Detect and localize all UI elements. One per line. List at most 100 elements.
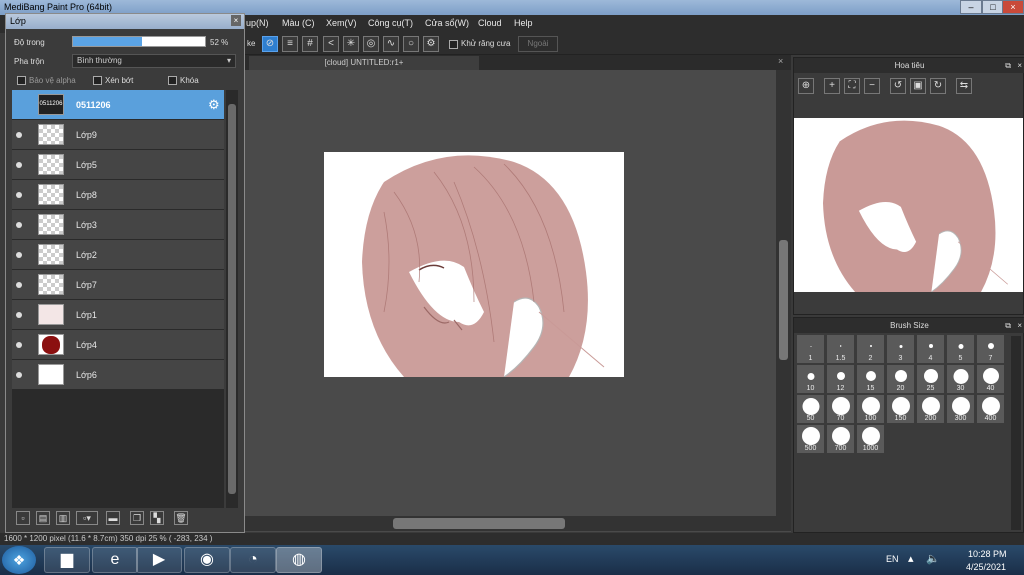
- close-button[interactable]: ×: [1002, 0, 1024, 14]
- brush-size-scrollbar[interactable]: [1011, 336, 1021, 530]
- new-8bit-layer-icon[interactable]: ▥: [56, 511, 70, 525]
- explorer-icon[interactable]: ▆: [44, 547, 90, 573]
- zoom-fit-icon[interactable]: ⊕: [798, 78, 814, 94]
- brush-size-cell[interactable]: 40: [976, 364, 1005, 394]
- canvas-horizontal-scrollbar[interactable]: [245, 516, 791, 531]
- layer-row[interactable]: Lớp3: [12, 210, 224, 240]
- brush-size-cell[interactable]: 150: [886, 394, 915, 424]
- rotate-right-icon[interactable]: ↻: [930, 78, 946, 94]
- grid-snap-icon[interactable]: #: [302, 36, 318, 52]
- menu-window[interactable]: Cửa sổ(W): [425, 18, 469, 28]
- close-icon[interactable]: ×: [1017, 318, 1022, 333]
- merge-layer-icon[interactable]: ▚: [150, 511, 164, 525]
- layer-row[interactable]: 0511206 0511206 ⚙: [12, 90, 224, 120]
- flip-icon[interactable]: ⇆: [956, 78, 972, 94]
- visibility-icon[interactable]: [16, 252, 22, 258]
- lock-checkbox[interactable]: [168, 76, 177, 85]
- layer-row[interactable]: Lớp1: [12, 300, 224, 330]
- new-halftone-layer-icon[interactable]: ▤: [36, 511, 50, 525]
- visibility-icon[interactable]: [16, 222, 22, 228]
- brush-size-cell[interactable]: 500: [796, 424, 825, 454]
- clipping-checkbox[interactable]: [93, 76, 102, 85]
- radial-snap-icon[interactable]: ✳: [343, 36, 359, 52]
- snap-off-icon[interactable]: ⊘: [262, 36, 278, 52]
- protect-alpha-checkbox[interactable]: [17, 76, 26, 85]
- brush-size-cell[interactable]: 400: [976, 394, 1005, 424]
- outline-button[interactable]: Ngoài: [518, 36, 558, 52]
- layer-row[interactable]: Lớp7: [12, 270, 224, 300]
- brush-size-cell[interactable]: 2: [856, 334, 885, 364]
- antialias-checkbox[interactable]: [449, 40, 458, 49]
- curve-snap-icon[interactable]: ∿: [383, 36, 399, 52]
- scroll-thumb[interactable]: [779, 240, 788, 360]
- tray-arrow-icon[interactable]: ▴: [908, 552, 914, 565]
- delete-layer-icon[interactable]: 🗑: [174, 511, 188, 525]
- menu-help[interactable]: Help: [514, 18, 533, 28]
- layer-row[interactable]: Lớp6: [12, 360, 224, 390]
- new-layer-icon[interactable]: ▫: [16, 511, 30, 525]
- brush-size-cell[interactable]: 700: [826, 424, 855, 454]
- clock-time[interactable]: 10:28 PM: [968, 549, 1007, 559]
- brush-size-cell[interactable]: 7: [976, 334, 1005, 364]
- menu-color[interactable]: Màu (C): [282, 18, 315, 28]
- popout-icon[interactable]: ⧉: [1005, 318, 1011, 333]
- zoom-in-icon[interactable]: +: [824, 78, 840, 94]
- layer-row[interactable]: Lớp4: [12, 330, 224, 360]
- brush-size-cell[interactable]: 4: [916, 334, 945, 364]
- start-button[interactable]: ❖: [2, 546, 36, 574]
- menu-view[interactable]: Xem(V): [326, 18, 357, 28]
- fit-window-icon[interactable]: ⛶: [844, 78, 860, 94]
- scroll-thumb[interactable]: [228, 104, 236, 494]
- visibility-icon[interactable]: [16, 372, 22, 378]
- brush-size-cell[interactable]: 20: [886, 364, 915, 394]
- chrome-icon[interactable]: ◉: [184, 547, 230, 573]
- actual-size-icon[interactable]: ▣: [910, 78, 926, 94]
- close-icon[interactable]: ×: [1017, 58, 1022, 73]
- navigator-preview[interactable]: [794, 118, 1023, 292]
- volume-icon[interactable]: 🔈: [926, 552, 940, 565]
- canvas-vertical-scrollbar[interactable]: [776, 70, 791, 516]
- parallel-snap-icon[interactable]: ≡: [282, 36, 298, 52]
- visibility-icon[interactable]: [16, 192, 22, 198]
- brush-size-cell[interactable]: 1.5: [826, 334, 855, 364]
- ellipse-snap-icon[interactable]: ○: [403, 36, 419, 52]
- visibility-icon[interactable]: [16, 342, 22, 348]
- duplicate-layer-icon[interactable]: ❐: [130, 511, 144, 525]
- brush-size-cell[interactable]: 12: [826, 364, 855, 394]
- concentric-snap-icon[interactable]: ◎: [363, 36, 379, 52]
- blend-mode-dropdown[interactable]: Bình thường ▾: [72, 54, 236, 68]
- brush-size-cell[interactable]: 1: [796, 334, 825, 364]
- internet-explorer-icon[interactable]: e: [92, 547, 138, 573]
- brush-size-cell[interactable]: 25: [916, 364, 945, 394]
- brush-size-cell[interactable]: 200: [916, 394, 945, 424]
- zoom-out-icon[interactable]: −: [864, 78, 880, 94]
- brush-size-cell[interactable]: 3: [886, 334, 915, 364]
- add-layer-menu-icon[interactable]: ▫▾: [76, 511, 98, 525]
- layer-row[interactable]: Lớp5: [12, 150, 224, 180]
- document-tab[interactable]: [cloud] UNTITLED:r1+: [249, 56, 479, 70]
- popout-icon[interactable]: ⧉: [1005, 58, 1011, 73]
- brush-size-cell[interactable]: 1000: [856, 424, 885, 454]
- layer-row[interactable]: Lớp9: [12, 120, 224, 150]
- drawing-canvas[interactable]: [324, 152, 624, 377]
- brush-size-cell[interactable]: 5: [946, 334, 975, 364]
- gear-icon[interactable]: ⚙: [208, 97, 220, 113]
- greenshot-icon[interactable]: ◔: [230, 547, 276, 573]
- perspective-snap-icon[interactable]: <: [323, 36, 339, 52]
- minimize-button[interactable]: –: [960, 0, 982, 14]
- brush-size-cell[interactable]: 100: [856, 394, 885, 424]
- close-panel-icon[interactable]: ×: [231, 15, 241, 26]
- brush-size-cell[interactable]: 15: [856, 364, 885, 394]
- medibang-icon[interactable]: ◍: [276, 547, 322, 573]
- brush-size-cell[interactable]: 70: [826, 394, 855, 424]
- canvas-area[interactable]: [245, 70, 791, 532]
- folder-icon[interactable]: ▬: [106, 511, 120, 525]
- menu-layer[interactable]: up(N): [246, 18, 269, 28]
- brush-size-cell[interactable]: 10: [796, 364, 825, 394]
- scroll-thumb[interactable]: [393, 518, 565, 529]
- visibility-icon[interactable]: [16, 162, 22, 168]
- clock-date[interactable]: 4/25/2021: [966, 562, 1006, 572]
- maximize-button[interactable]: □: [982, 0, 1004, 14]
- brush-size-cell[interactable]: 300: [946, 394, 975, 424]
- language-indicator[interactable]: EN: [886, 554, 899, 564]
